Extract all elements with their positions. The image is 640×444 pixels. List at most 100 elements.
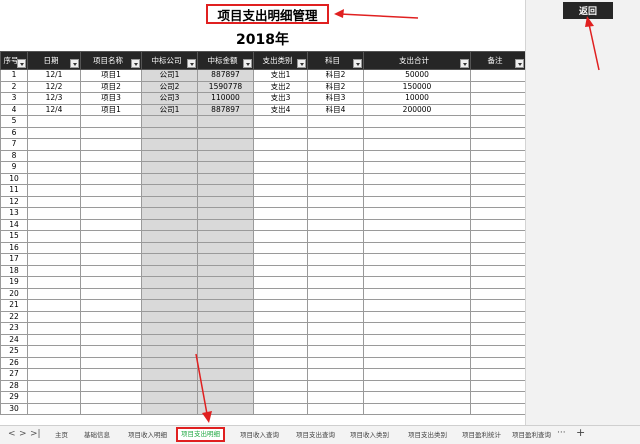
table-cell[interactable] (470, 195, 525, 208)
sheet-tab[interactable]: 基础信息 (84, 428, 110, 443)
table-cell[interactable]: 18 (0, 264, 28, 277)
table-cell[interactable] (80, 195, 142, 208)
table-cell[interactable] (307, 184, 364, 197)
table-cell[interactable]: 公司3 (141, 92, 198, 105)
table-cell[interactable]: 22 (0, 310, 28, 323)
table-cell[interactable] (363, 161, 471, 174)
table-cell[interactable] (253, 253, 308, 266)
table-cell[interactable] (307, 333, 364, 346)
table-cell[interactable] (80, 345, 142, 358)
table-cell[interactable] (363, 253, 471, 266)
filter-dropdown-icon[interactable] (187, 59, 196, 68)
table-cell[interactable] (363, 310, 471, 323)
table-cell[interactable] (80, 299, 142, 312)
table-cell[interactable] (470, 138, 525, 151)
table-cell[interactable] (253, 172, 308, 185)
table-cell[interactable] (141, 230, 198, 243)
table-cell[interactable] (307, 161, 364, 174)
table-cell[interactable] (253, 207, 308, 220)
table-cell[interactable]: 24 (0, 333, 28, 346)
table-cell[interactable]: 科目2 (307, 69, 364, 82)
table-cell[interactable] (470, 92, 525, 105)
table-cell[interactable] (470, 218, 525, 231)
table-cell[interactable] (253, 138, 308, 151)
table-cell[interactable]: 15 (0, 230, 28, 243)
table-cell[interactable] (307, 310, 364, 323)
table-cell[interactable]: 27 (0, 368, 28, 381)
table-cell[interactable]: 支出3 (253, 92, 308, 105)
table-cell[interactable] (363, 379, 471, 392)
table-cell[interactable] (27, 287, 81, 300)
table-cell[interactable] (307, 126, 364, 139)
table-cell[interactable] (307, 230, 364, 243)
table-cell[interactable] (27, 230, 81, 243)
table-cell[interactable] (307, 264, 364, 277)
table-cell[interactable] (197, 333, 254, 346)
table-cell[interactable] (197, 126, 254, 139)
table-cell[interactable]: 11 (0, 184, 28, 197)
table-cell[interactable]: 项目2 (80, 80, 142, 93)
table-cell[interactable] (307, 115, 364, 128)
table-cell[interactable] (307, 379, 364, 392)
table-cell[interactable] (27, 149, 81, 162)
table-cell[interactable] (363, 138, 471, 151)
table-cell[interactable]: 7 (0, 138, 28, 151)
table-cell[interactable] (141, 161, 198, 174)
table-cell[interactable] (80, 333, 142, 346)
table-cell[interactable]: 16 (0, 241, 28, 254)
table-cell[interactable] (197, 299, 254, 312)
table-cell[interactable] (27, 172, 81, 185)
table-cell[interactable] (141, 172, 198, 185)
table-cell[interactable] (253, 391, 308, 404)
table-cell[interactable]: 公司1 (141, 103, 198, 116)
table-cell[interactable] (363, 276, 471, 289)
table-cell[interactable] (80, 218, 142, 231)
table-cell[interactable] (27, 207, 81, 220)
filter-dropdown-icon[interactable] (131, 59, 140, 68)
table-cell[interactable] (27, 276, 81, 289)
table-cell[interactable] (307, 253, 364, 266)
table-cell[interactable]: 26 (0, 356, 28, 369)
filter-dropdown-icon[interactable] (70, 59, 79, 68)
table-cell[interactable] (27, 253, 81, 266)
table-cell[interactable]: 支出1 (253, 69, 308, 82)
next-sheet-button[interactable]: > (19, 429, 27, 439)
table-cell[interactable] (307, 368, 364, 381)
table-cell[interactable] (253, 184, 308, 197)
table-cell[interactable] (27, 310, 81, 323)
table-cell[interactable]: 21 (0, 299, 28, 312)
table-cell[interactable]: 1590778 (197, 80, 254, 93)
table-cell[interactable] (27, 241, 81, 254)
table-cell[interactable]: 23 (0, 322, 28, 335)
table-cell[interactable] (470, 299, 525, 312)
table-cell[interactable] (197, 172, 254, 185)
table-cell[interactable] (253, 379, 308, 392)
table-cell[interactable]: 20 (0, 287, 28, 300)
table-cell[interactable] (197, 207, 254, 220)
table-cell[interactable] (141, 184, 198, 197)
table-cell[interactable] (141, 195, 198, 208)
table-cell[interactable] (363, 115, 471, 128)
table-cell[interactable]: 17 (0, 253, 28, 266)
table-cell[interactable] (80, 264, 142, 277)
filter-dropdown-icon[interactable] (297, 59, 306, 68)
table-cell[interactable] (197, 310, 254, 323)
table-cell[interactable] (27, 218, 81, 231)
table-cell[interactable] (470, 207, 525, 220)
table-cell[interactable]: 科目3 (307, 92, 364, 105)
table-cell[interactable] (470, 126, 525, 139)
table-cell[interactable] (307, 207, 364, 220)
filter-dropdown-icon[interactable] (460, 59, 469, 68)
table-cell[interactable] (253, 299, 308, 312)
more-sheets-button[interactable]: ··· (557, 428, 566, 438)
table-cell[interactable]: 19 (0, 276, 28, 289)
table-cell[interactable]: 9 (0, 161, 28, 174)
table-cell[interactable] (363, 345, 471, 358)
table-cell[interactable] (80, 322, 142, 335)
table-cell[interactable] (80, 402, 142, 415)
table-cell[interactable] (197, 241, 254, 254)
table-cell[interactable] (470, 333, 525, 346)
table-cell[interactable] (307, 322, 364, 335)
table-cell[interactable] (307, 402, 364, 415)
table-cell[interactable]: 4 (0, 103, 28, 116)
